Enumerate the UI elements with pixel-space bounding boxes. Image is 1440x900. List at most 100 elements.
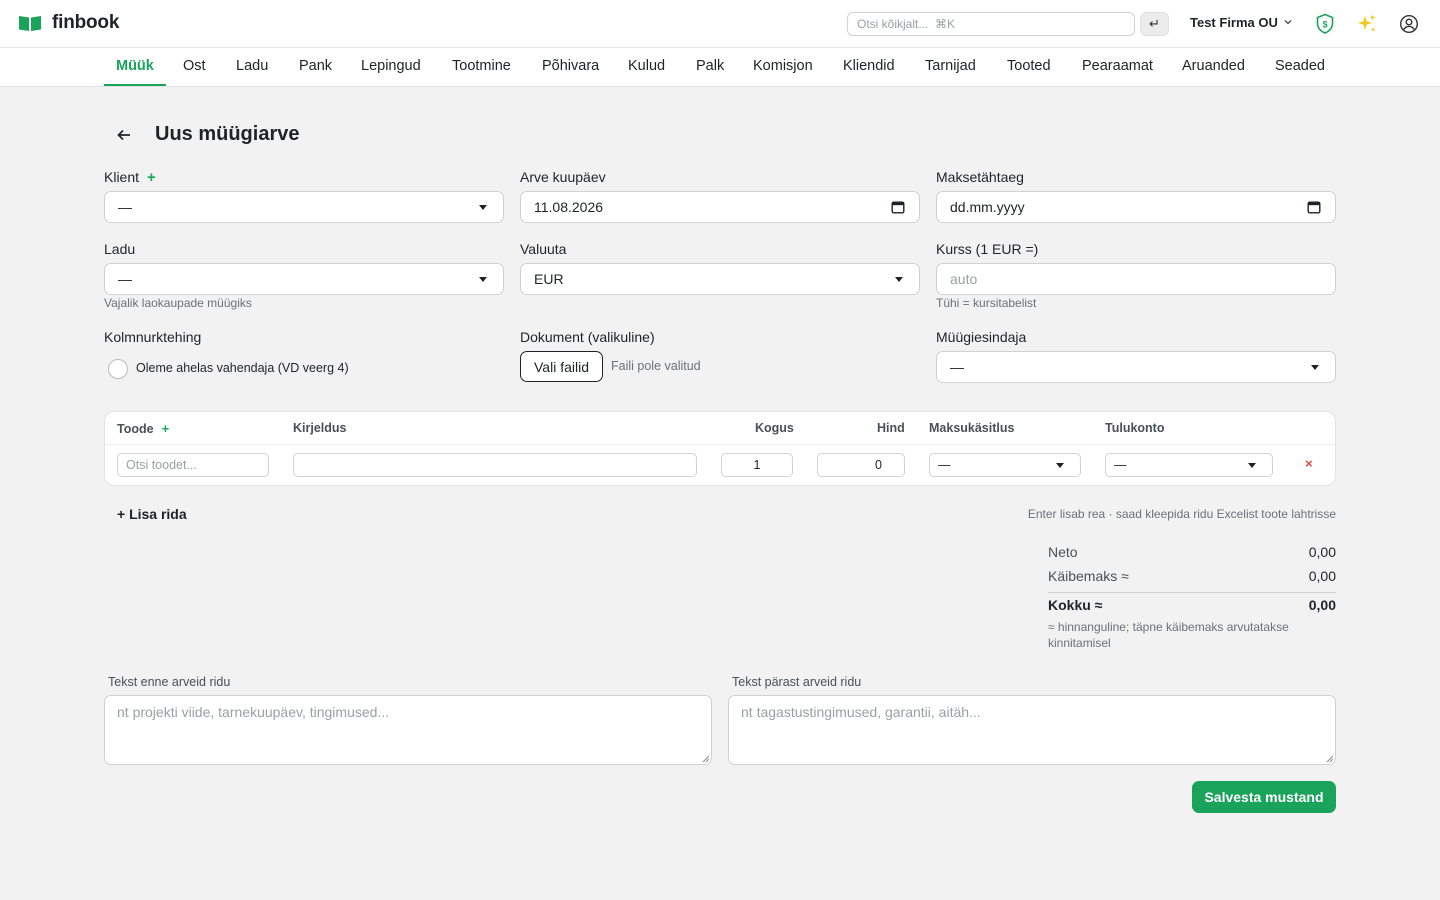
delete-row-icon[interactable]: × [1305,456,1319,472]
klient-label: Klient + [104,169,156,186]
nav-tab-ladu[interactable]: Ladu [224,48,280,86]
klient-select[interactable]: — [104,191,504,223]
sales-rep-select[interactable]: — [936,351,1336,383]
triangular-trade-checkbox-label[interactable]: Oleme ahelas vahendaja (VD veerg 4) [136,361,349,375]
quantity-input[interactable]: 1 [721,453,793,477]
revenue-account-select[interactable]: — [1105,453,1273,477]
price-input[interactable]: 0 [817,453,905,477]
calendar-icon[interactable] [891,200,905,217]
dropdown-caret-icon [1056,463,1064,468]
column-header-kirjeldus: Kirjeldus [293,421,347,435]
nav-tab-pearaamat[interactable]: Pearaamat [1070,48,1165,86]
product-search-field[interactable] [117,453,269,477]
sales-rep-select-value: — [950,359,964,375]
dokument-label: Dokument (valikuline) [520,329,655,345]
nav-tab-pank[interactable]: Pank [287,48,344,86]
column-header-tulukonto: Tulukonto [1105,421,1165,435]
dropdown-caret-icon [1311,365,1319,370]
top-bar: finbook ↵ Test Firma OU $ [0,0,1440,48]
add-client-button[interactable]: + [147,169,156,186]
nav-tab-ost[interactable]: Ost [171,48,218,86]
file-status-text: Faili pole valitud [611,359,701,373]
nav-tab-kliendid[interactable]: Kliendid [831,48,907,86]
arve-kuupaev-label: Arve kuupäev [520,169,606,185]
column-header-kogus: Kogus [755,421,794,435]
column-header-toode: Toode + [117,421,170,436]
invoice-date-input[interactable]: 11.08.2026 [520,191,920,223]
total-value: 0,00 [1308,597,1336,613]
header-divider [105,444,1335,445]
sparkles-icon[interactable] [1355,12,1379,36]
text-after-textarea[interactable] [728,695,1336,765]
main-nav: Müük Ost Ladu Pank Lepingud Tootmine Põh… [0,48,1440,87]
save-draft-button[interactable]: Salvesta mustand [1192,781,1336,813]
nav-tab-muuk[interactable]: Müük [104,48,166,86]
company-name: Test Firma OU [1190,15,1278,30]
nav-tab-komisjon[interactable]: Komisjon [741,48,825,86]
currency-select-value: EUR [534,271,564,287]
page-title: Uus müügiarve [155,123,300,145]
exchange-rate-hint: Tühi = kursitabelist [936,296,1037,310]
nav-tab-tooted[interactable]: Tooted [995,48,1063,86]
myygiesindaja-label: Müügiesindaja [936,329,1027,345]
product-search-input[interactable] [126,458,260,472]
dropdown-caret-icon [479,205,487,210]
user-account-icon[interactable] [1397,12,1421,36]
global-search-input[interactable] [847,12,1135,36]
dropdown-caret-icon [1248,463,1256,468]
calendar-icon[interactable] [1307,200,1321,217]
add-product-button[interactable]: + [162,421,170,436]
back-arrow-icon[interactable] [114,125,134,145]
nav-tab-palk[interactable]: Palk [684,48,736,86]
neto-label: Neto [1048,544,1078,560]
table-hint: Enter lisab rea · saad kleepida ridu Exc… [1027,507,1336,521]
choose-files-button[interactable]: Vali failid [520,351,603,382]
currency-select[interactable]: EUR [520,263,920,295]
kurss-label: Kurss (1 EUR =) [936,241,1039,257]
revenue-account-value: — [1114,458,1127,472]
invoice-date-value: 11.08.2026 [534,199,604,215]
column-header-hind: Hind [877,421,905,435]
add-row-button[interactable]: + Lisa rida [117,506,187,522]
nav-tab-kulud[interactable]: Kulud [616,48,677,86]
nav-tab-aruanded[interactable]: Aruanded [1170,48,1257,86]
exchange-rate-input[interactable] [950,271,1322,287]
vat-value: 0,00 [1308,568,1336,584]
valuuta-label: Valuuta [520,241,567,257]
app-logo[interactable]: finbook [18,12,119,34]
line-items-table: Toode + Kirjeldus Kogus Hind Maksukäsitlu… [104,411,1336,486]
chevron-down-icon [1283,15,1293,30]
warehouse-select[interactable]: — [104,263,504,295]
company-selector[interactable]: Test Firma OU [1190,15,1293,30]
warehouse-select-value: — [118,271,132,287]
tax-treatment-select[interactable]: — [929,453,1081,477]
totals-note: ≈ hinnanguline; täpne käibemaks arvutata… [1048,620,1289,650]
text-before-label: Tekst enne arveid ridu [108,675,231,689]
resize-grip-icon[interactable] [1326,755,1334,763]
description-field[interactable] [293,453,697,477]
warehouse-hint: Vajalik laokaupade müügiks [104,296,252,310]
nav-tab-tootmine[interactable]: Tootmine [440,48,523,86]
text-before-textarea[interactable] [104,695,712,765]
ladu-label: Ladu [104,241,136,257]
nav-tab-pohivara[interactable]: Põhivara [530,48,611,86]
vat-label: Käibemaks ≈ [1048,568,1129,584]
total-label: Kokku ≈ [1048,597,1103,613]
klient-select-value: — [118,199,132,215]
logo-text: finbook [52,12,120,33]
triangular-trade-checkbox[interactable] [108,359,128,379]
exchange-rate-field[interactable] [936,263,1336,295]
search-submit-button[interactable]: ↵ [1140,12,1169,36]
nav-tab-lepingud[interactable]: Lepingud [349,48,433,86]
nav-tab-seaded[interactable]: Seaded [1263,48,1337,86]
shield-dollar-icon[interactable]: $ [1313,12,1337,36]
totals-divider [1048,592,1336,593]
resize-grip-icon[interactable] [702,755,710,763]
nav-tab-tarnijad[interactable]: Tarnijad [913,48,988,86]
maksetahtaeg-label: Maksetähtaeg [936,169,1024,185]
svg-text:$: $ [1322,20,1327,30]
due-date-input[interactable]: dd.mm.yyyy [936,191,1336,223]
text-after-label: Tekst pärast arveid ridu [732,675,862,689]
tax-treatment-value: — [938,458,951,472]
description-input[interactable] [302,458,688,472]
